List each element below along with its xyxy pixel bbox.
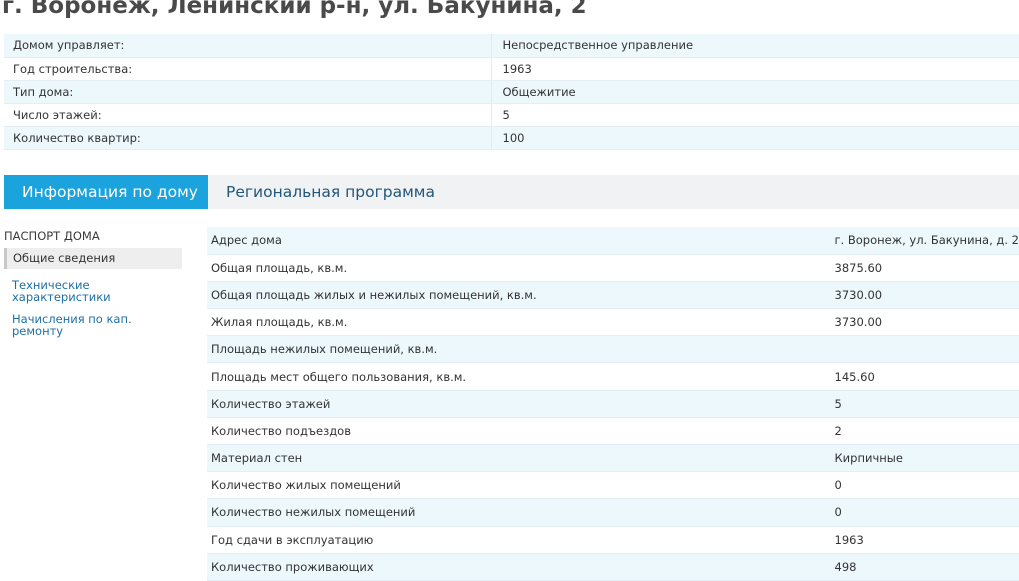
detail-label: Площадь нежилых помещений, кв.м. xyxy=(207,335,831,364)
detail-value: 3730.00 xyxy=(830,308,1019,337)
summary-row: Год строительства: 1963 xyxy=(4,57,1019,81)
house-summary-table: Домом управляет: Непосредственное управл… xyxy=(4,34,1019,150)
tab-bar: Информация по дому Региональная программ… xyxy=(4,175,1019,209)
passport-sidebar: ПАСПОРТ ДОМА Общие сведения Технические … xyxy=(4,228,182,337)
detail-label: Площадь мест общего пользования, кв.м. xyxy=(207,362,831,391)
table-row: Площадь нежилых помещений, кв.м. xyxy=(207,335,1019,364)
detail-value: 145.60 xyxy=(830,362,1019,391)
house-details-table: Адрес дома г. Воронеж, ул. Бакунина, д. 2… xyxy=(207,227,1019,581)
house-info-page: г. Воронеж, Ленинский р-н, ул. Бакунина,… xyxy=(0,0,1019,581)
detail-label: Год сдачи в эксплуатацию xyxy=(207,526,831,554)
table-row: Количество нежилых помещений 0 xyxy=(207,498,1019,527)
detail-label: Общая площадь, кв.м. xyxy=(207,254,831,282)
detail-label: Адрес дома xyxy=(207,227,831,255)
tab-regional-program[interactable]: Региональная программа xyxy=(208,175,453,209)
table-row: Количество подъездов 2 xyxy=(207,417,1019,446)
summary-row: Число этажей: 5 xyxy=(4,103,1019,127)
summary-value: Непосредственное управление xyxy=(490,34,1019,58)
summary-value: 5 xyxy=(490,103,1019,127)
table-row: Общая площадь жилых и нежилых помещений,… xyxy=(207,281,1019,310)
summary-value: 100 xyxy=(490,126,1019,150)
detail-label: Количество проживающих xyxy=(207,553,831,581)
summary-row: Количество квартир: 100 xyxy=(4,126,1019,150)
sidebar-item-capital-repair-charges[interactable]: Начисления по кап. ремонту xyxy=(4,313,182,337)
summary-label: Домом управляет: xyxy=(4,34,491,58)
detail-label: Общая площадь жилых и нежилых помещений,… xyxy=(207,281,831,310)
detail-value xyxy=(830,335,1019,364)
detail-value: 2 xyxy=(830,417,1019,446)
sidebar-item-general-info[interactable]: Общие сведения xyxy=(4,248,182,269)
detail-value: Кирпичные xyxy=(830,444,1019,473)
detail-value: 498 xyxy=(830,553,1019,581)
table-row: Материал стен Кирпичные xyxy=(207,444,1019,473)
table-row: Площадь мест общего пользования, кв.м. 14… xyxy=(207,362,1019,391)
detail-label: Материал стен xyxy=(207,444,831,473)
summary-value: 1963 xyxy=(490,57,1019,81)
summary-label: Год строительства: xyxy=(4,57,491,81)
detail-value: 0 xyxy=(830,471,1019,500)
detail-label: Количество этажей xyxy=(207,390,831,418)
detail-value: г. Воронеж, ул. Бакунина, д. 2 xyxy=(830,227,1019,255)
summary-row: Домом управляет: Непосредственное управл… xyxy=(4,34,1019,58)
table-row: Адрес дома г. Воронеж, ул. Бакунина, д. 2 xyxy=(207,227,1019,255)
summary-value: Общежитие xyxy=(490,80,1019,104)
detail-label: Жилая площадь, кв.м. xyxy=(207,308,831,337)
summary-label: Число этажей: xyxy=(4,103,491,127)
detail-value: 3730.00 xyxy=(830,281,1019,310)
table-row: Количество проживающих 498 xyxy=(207,553,1019,581)
detail-value: 5 xyxy=(830,390,1019,418)
page-title: г. Воронеж, Ленинский р-н, ул. Бакунина,… xyxy=(2,0,587,19)
sidebar-item-technical-specs[interactable]: Технические характеристики xyxy=(4,279,182,303)
tab-house-info[interactable]: Информация по дому xyxy=(4,175,208,209)
table-row: Количество жилых помещений 0 xyxy=(207,471,1019,500)
summary-row: Тип дома: Общежитие xyxy=(4,80,1019,104)
sidebar-heading: ПАСПОРТ ДОМА xyxy=(4,229,100,243)
summary-label: Тип дома: xyxy=(4,80,491,104)
summary-label: Количество квартир: xyxy=(4,126,491,150)
table-row: Общая площадь, кв.м. 3875.60 xyxy=(207,254,1019,282)
table-row: Жилая площадь, кв.м. 3730.00 xyxy=(207,308,1019,337)
detail-value: 3875.60 xyxy=(830,254,1019,282)
detail-value: 0 xyxy=(830,498,1019,527)
table-row: Количество этажей 5 xyxy=(207,390,1019,418)
table-row: Год сдачи в эксплуатацию 1963 xyxy=(207,526,1019,554)
detail-label: Количество подъездов xyxy=(207,417,831,446)
detail-label: Количество нежилых помещений xyxy=(207,498,831,527)
detail-value: 1963 xyxy=(830,526,1019,554)
detail-label: Количество жилых помещений xyxy=(207,471,831,500)
